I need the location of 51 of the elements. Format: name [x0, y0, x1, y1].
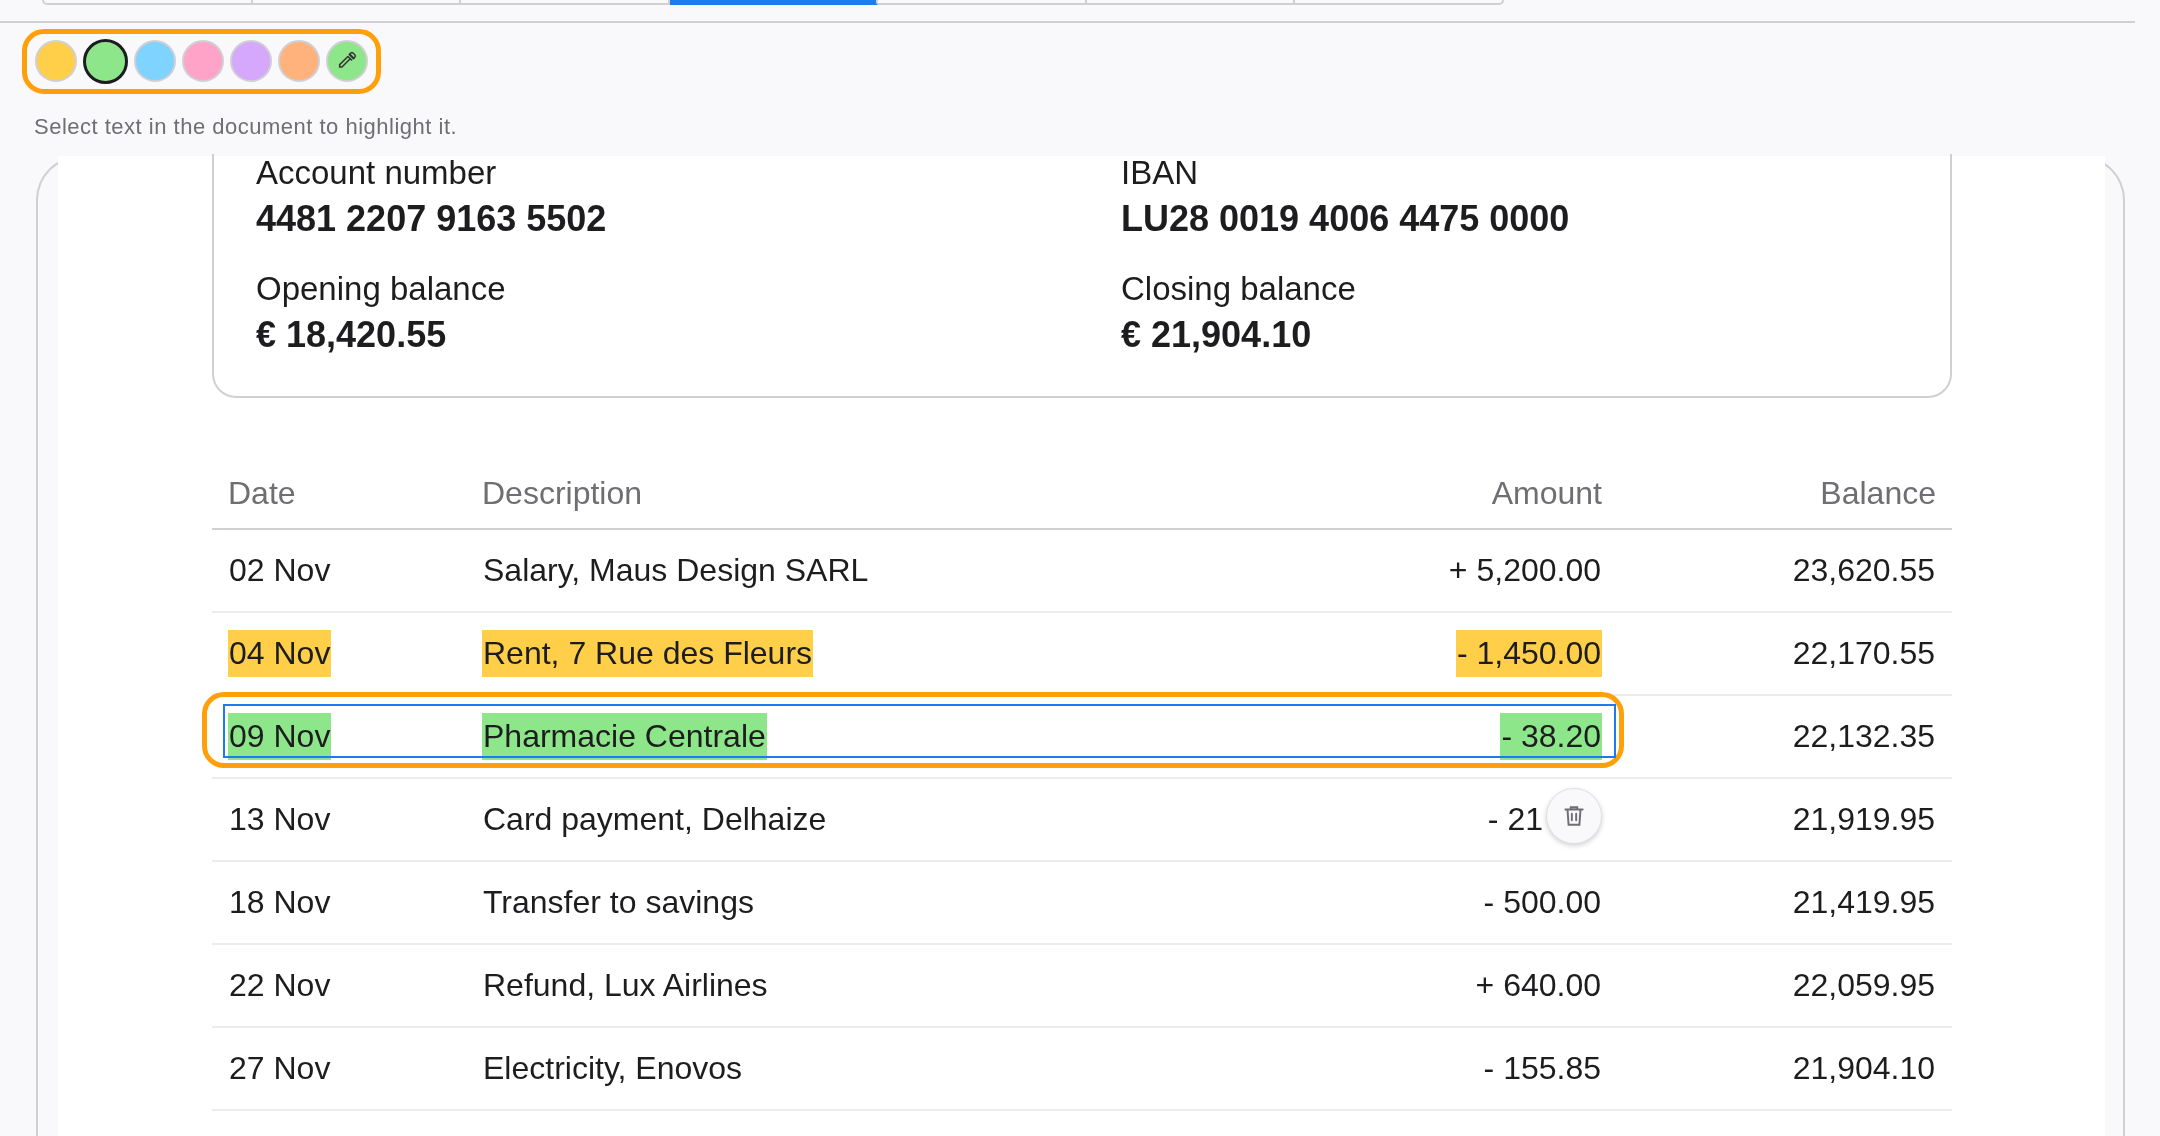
field-label: Closing balance	[1121, 270, 1357, 308]
table-cell-text: Transfer to savings	[482, 883, 755, 922]
field-label: IBAN	[1121, 154, 1200, 192]
table-cell-text: 23,620.55	[1791, 551, 1936, 590]
highlighted-text: - 1,450.00	[1455, 630, 1602, 677]
table-cell-text: 22,059.95	[1791, 966, 1936, 1005]
table-cell-text: - 21	[1486, 800, 1544, 839]
table-cell-text: Refund, Lux Airlines	[482, 966, 769, 1005]
table-cell-text: 21,919.95	[1791, 800, 1936, 839]
highlighted-text: Pharmacie Centrale	[482, 713, 767, 760]
hint-text: Select text in the document to highlight it.	[34, 114, 459, 140]
column-header: Balance	[1819, 474, 1937, 512]
field-value: LU28 0019 4006 4475 0000	[1121, 198, 1571, 240]
highlighted-text: 04 Nov	[228, 630, 332, 677]
tab[interactable]	[42, 0, 253, 5]
highlighted-text: Rent, 7 Rue des Fleurs	[482, 630, 814, 677]
table-cell-text: Salary, Maus Design SARL	[482, 551, 870, 590]
table-cell-text: Electricity, Enovos	[482, 1049, 744, 1088]
column-header: Amount	[1490, 474, 1603, 512]
tab[interactable]	[461, 0, 670, 5]
tab[interactable]	[1086, 0, 1296, 5]
field-value: 4481 2207 9163 5502	[256, 198, 608, 240]
tab[interactable]	[878, 0, 1087, 5]
column-header: Description	[481, 474, 644, 512]
table-cell-text: - 500.00	[1482, 883, 1602, 922]
table-cell-text: + 5,200.00	[1447, 551, 1602, 590]
delete-button[interactable]	[1546, 787, 1602, 844]
color-swatch[interactable]	[83, 39, 128, 84]
table-cell-text: Card payment, Delhaize	[482, 800, 828, 839]
tab[interactable]	[252, 0, 462, 5]
field-label: Opening balance	[256, 270, 507, 308]
tab[interactable]	[1295, 0, 1505, 5]
table-cell-text: 22,132.35	[1791, 717, 1936, 756]
table-cell-text: 22,170.55	[1791, 634, 1936, 673]
table-cell-text: 21,419.95	[1791, 883, 1936, 922]
field-value: € 18,420.55	[256, 314, 448, 356]
field-label: Account number	[256, 154, 498, 192]
table-cell-text: 02 Nov	[228, 551, 332, 590]
table-cell-text: 21,904.10	[1791, 1049, 1936, 1088]
table-cell-text: - 155.85	[1482, 1049, 1602, 1088]
highlighted-text: - 38.20	[1500, 713, 1602, 760]
color-picker-button[interactable]	[326, 40, 368, 82]
table-cell-text: 27 Nov	[228, 1049, 332, 1088]
table-cell-text: 18 Nov	[228, 883, 332, 922]
tab[interactable]	[669, 0, 879, 5]
table-cell-text: 13 Nov	[228, 800, 332, 839]
table-cell-text: 22 Nov	[228, 966, 332, 1005]
highlighted-text: 09 Nov	[228, 713, 332, 760]
column-header: Date	[227, 474, 297, 512]
field-value: € 21,904.10	[1121, 314, 1313, 356]
table-cell-text: + 640.00	[1474, 966, 1602, 1005]
